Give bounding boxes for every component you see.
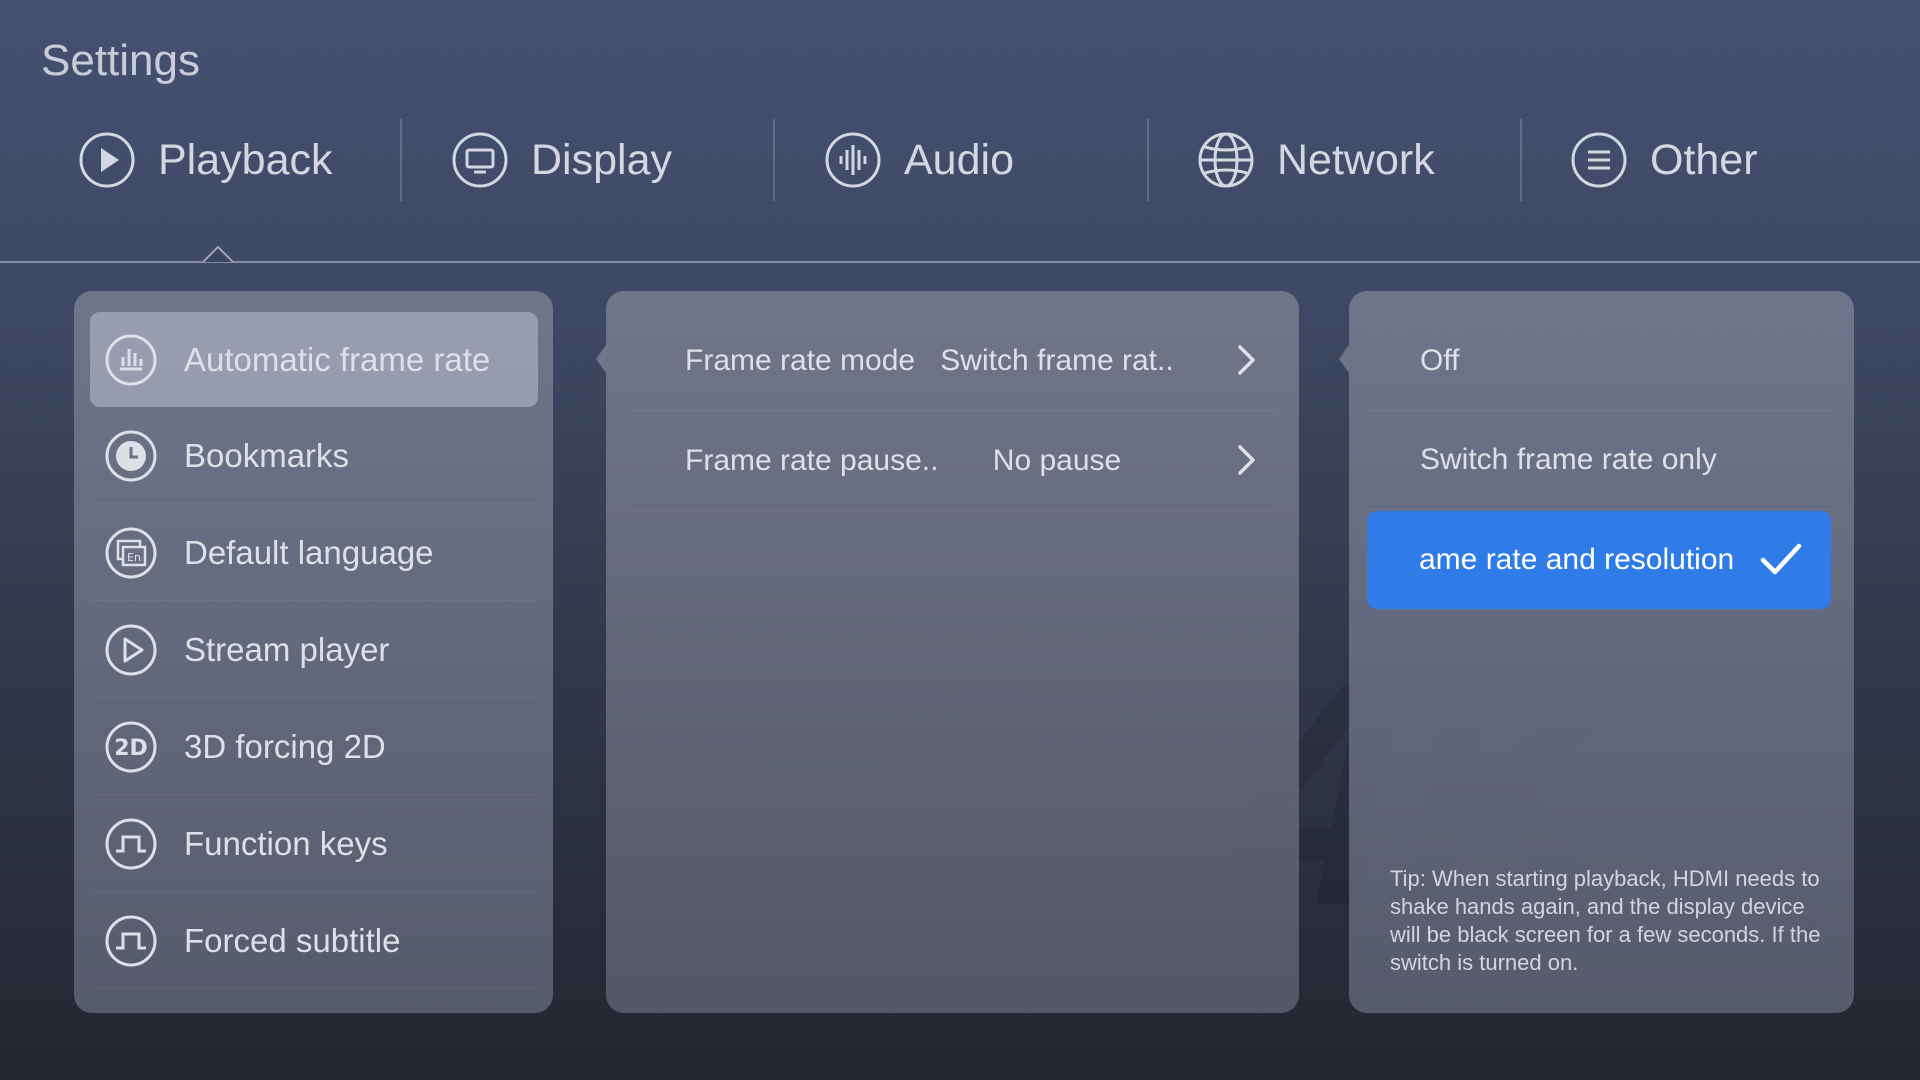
globe-icon	[1197, 131, 1255, 189]
sidebar-item-label: Bookmarks	[184, 436, 350, 474]
tab-audio[interactable]: Audio	[824, 112, 1197, 208]
sidebar-item-label: Function keys	[184, 824, 388, 862]
tab-divider	[1520, 119, 1522, 201]
option-value: Switch frame rat..	[940, 343, 1174, 377]
choice-switch-frame-rate-only[interactable]: Switch frame rate only	[1367, 411, 1831, 510]
sidebar-item-label: Stream player	[184, 630, 390, 668]
sidebar-item-default-language[interactable]: En Default language	[90, 505, 538, 601]
page-title: Settings	[41, 36, 200, 85]
tab-network[interactable]: Network	[1197, 112, 1570, 208]
play-circle-icon	[78, 131, 136, 189]
tab-playback[interactable]: Playback	[78, 112, 451, 208]
choice-frame-rate-and-resolution[interactable]: ame rate and resolution	[1367, 511, 1831, 609]
language-icon: En	[104, 526, 158, 580]
tab-label: Playback	[158, 135, 333, 184]
play-circle-icon	[104, 623, 158, 677]
chevron-right-icon	[1238, 445, 1255, 475]
choices-panel: Off Switch frame rate only ame rate and …	[1339, 291, 1854, 1013]
sidebar-item-function-keys[interactable]: Function keys	[90, 796, 538, 892]
choice-label: Switch frame rate only	[1420, 443, 1717, 476]
tab-underline	[0, 261, 1920, 263]
svg-text:2D: 2D	[114, 736, 148, 761]
top-tab-bar: Playback Display Audio Network Other	[0, 112, 1920, 208]
tab-display[interactable]: Display	[451, 112, 824, 208]
choice-label: Off	[1420, 344, 1460, 377]
active-tab-caret	[203, 246, 233, 262]
sidebar-item-label: 3D forcing 2D	[184, 727, 386, 765]
monitor-icon	[451, 131, 509, 189]
option-label: Frame rate pause..	[685, 443, 939, 477]
sidebar-item-label: Automatic frame rate	[184, 340, 491, 378]
tab-divider	[400, 119, 402, 201]
sidebar-item-3d-forcing-2d[interactable]: 2D 3D forcing 2D	[90, 699, 538, 795]
sidebar-item-automatic-frame-rate[interactable]: Automatic frame rate	[90, 312, 538, 407]
clock-icon	[104, 429, 158, 483]
tab-label: Audio	[904, 135, 1014, 184]
pulse-icon	[104, 817, 158, 871]
option-frame-rate-pause[interactable]: Frame rate pause.. No pause	[632, 411, 1275, 511]
checkmark-icon	[1760, 543, 1802, 575]
menu-lines-icon	[1570, 131, 1628, 189]
choice-label: ame rate and resolution	[1419, 543, 1735, 576]
choice-off[interactable]: Off	[1367, 312, 1831, 411]
panel-pointer	[1339, 345, 1349, 373]
sidebar-panel: Automatic frame rate Bookmarks En Defaul…	[74, 291, 553, 1013]
tab-divider	[1147, 119, 1149, 201]
sidebar-item-forced-subtitle[interactable]: Forced subtitle	[90, 893, 538, 989]
audio-wave-icon	[824, 131, 882, 189]
tab-label: Other	[1650, 135, 1758, 184]
svg-text:En: En	[127, 551, 141, 564]
tab-label: Network	[1277, 135, 1435, 184]
bar-chart-icon	[104, 333, 158, 387]
sidebar-item-label: Default language	[184, 533, 434, 571]
option-value: No pause	[992, 443, 1122, 477]
options-panel: Frame rate mode Switch frame rat.. Frame…	[596, 291, 1299, 1013]
option-label: Frame rate mode	[685, 343, 916, 377]
tip-text: Tip: When starting playback, HDMI needs …	[1390, 866, 1821, 975]
tab-other[interactable]: Other	[1570, 112, 1920, 208]
tab-label: Display	[531, 135, 672, 184]
sidebar-item-bookmarks[interactable]: Bookmarks	[90, 408, 538, 504]
sidebar-item-stream-player[interactable]: Stream player	[90, 602, 538, 698]
tab-divider	[773, 119, 775, 201]
panel-pointer	[596, 345, 606, 373]
option-frame-rate-mode[interactable]: Frame rate mode Switch frame rat..	[632, 311, 1275, 411]
chevron-right-icon	[1238, 345, 1255, 375]
2d-icon: 2D	[104, 720, 158, 774]
sidebar-item-label: Forced subtitle	[184, 921, 401, 959]
pulse-icon	[104, 914, 158, 968]
